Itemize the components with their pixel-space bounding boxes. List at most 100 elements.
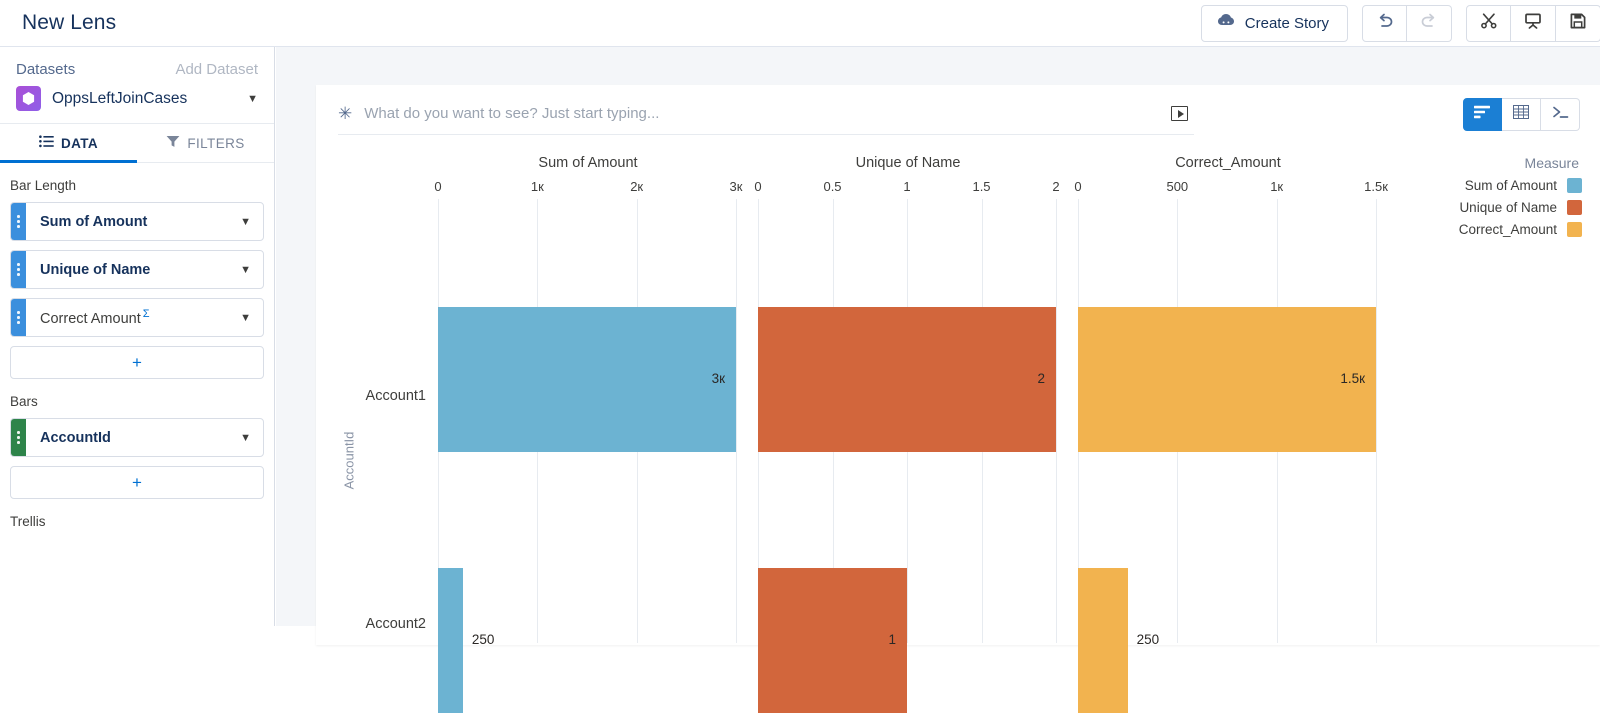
bar-value-label: 1 xyxy=(888,631,896,647)
bar-value-label: 1.5к xyxy=(1340,370,1365,386)
field-pill-unique-of-name[interactable]: Unique of Name ▼ xyxy=(10,250,264,289)
create-story-group: Create Story xyxy=(1200,4,1348,42)
field-pill-accountid[interactable]: AccountId ▼ xyxy=(10,418,264,457)
list-icon xyxy=(39,135,54,151)
x-axis-tick: 0.5 xyxy=(823,179,842,194)
add-bar-length-field-button[interactable]: + xyxy=(10,346,264,379)
bar-value-label: 250 xyxy=(471,631,495,647)
x-axis-tick: 1 xyxy=(903,179,911,194)
undo-icon xyxy=(1375,11,1395,36)
gridline xyxy=(736,199,737,643)
trellis-label: Trellis xyxy=(10,514,46,529)
legend-item[interactable]: Sum of Amount xyxy=(1417,178,1582,193)
clip-button[interactable] xyxy=(1466,4,1511,42)
chevron-down-icon[interactable]: ▼ xyxy=(240,312,251,324)
panel-title-sum-of-amount: Sum of Amount xyxy=(538,155,638,171)
gridline xyxy=(1376,199,1377,643)
dataset-name: OppsLeftJoinCases xyxy=(52,89,188,107)
x-axis-tick: 1.5к xyxy=(1364,179,1388,194)
lens-card: ✳ What do you want to see? Just start ty… xyxy=(316,85,1600,713)
bar-value-label: 3к xyxy=(711,370,725,386)
bars-label: Bars xyxy=(10,394,38,409)
table-icon xyxy=(1513,104,1529,124)
x-axis-tick: 2к xyxy=(630,179,644,194)
bar-length-label: Bar Length xyxy=(10,178,77,193)
add-bars-field-button[interactable]: + xyxy=(10,466,264,499)
top-toolbar: New Lens Create Story xyxy=(0,0,1600,47)
panel-title-unique-of-name: Unique of Name xyxy=(855,155,961,171)
gridline xyxy=(1056,199,1057,643)
sidebar-tabs: DATA FILTERS xyxy=(0,124,274,163)
legend-label: Sum of Amount xyxy=(1464,178,1557,193)
dataset-selector[interactable]: OppsLeftJoinCases ▼ xyxy=(0,80,274,124)
code-icon xyxy=(1552,105,1569,124)
funnel-icon xyxy=(166,135,180,151)
chevron-down-icon[interactable]: ▼ xyxy=(240,216,251,228)
sidebar: Datasets Add Dataset OppsLeftJoinCases ▼… xyxy=(0,47,275,626)
field-pill-label: AccountId xyxy=(40,429,111,446)
tab-filters-label: FILTERS xyxy=(187,135,245,151)
panel-titles: Sum of Amount Unique of Name Correct_Amo… xyxy=(316,155,1600,175)
bar-value-label: 250 xyxy=(1136,631,1160,647)
save-button[interactable] xyxy=(1556,4,1600,42)
panel-title-correct-amount: Correct_Amount xyxy=(1175,155,1281,171)
create-story-label: Create Story xyxy=(1244,14,1329,32)
undo-button[interactable] xyxy=(1362,4,1407,42)
drag-handle-icon[interactable] xyxy=(11,419,26,456)
story-icon xyxy=(1216,12,1236,34)
legend-label: Correct_Amount xyxy=(1458,222,1557,237)
query-view-button[interactable] xyxy=(1541,97,1580,131)
legend-item[interactable]: Unique of Name xyxy=(1417,200,1582,215)
field-pill-label: Correct Amount Σ xyxy=(40,308,150,327)
y-axis-label: AccountId xyxy=(341,431,357,490)
legend-swatch xyxy=(1567,222,1582,237)
x-axis-tick: 0 xyxy=(754,179,762,194)
page-title: New Lens xyxy=(22,11,117,34)
redo-icon xyxy=(1419,11,1439,36)
chevron-down-icon[interactable]: ▼ xyxy=(240,264,251,276)
chevron-down-icon: ▼ xyxy=(247,92,258,105)
chart-view-button[interactable] xyxy=(1463,97,1502,131)
tab-data[interactable]: DATA xyxy=(0,124,137,163)
chevron-down-icon[interactable]: ▼ xyxy=(240,432,251,444)
drag-handle-icon[interactable] xyxy=(11,203,26,240)
x-axis-tick: 0 xyxy=(434,179,442,194)
add-dataset-button[interactable]: Add Dataset xyxy=(175,61,258,78)
x-axis-tick: 1.5 xyxy=(972,179,991,194)
create-story-button[interactable]: Create Story xyxy=(1200,4,1348,42)
easel-icon xyxy=(1523,11,1543,36)
search-input[interactable]: What do you want to see? Just start typi… xyxy=(364,105,659,122)
search-bar[interactable]: ✳ What do you want to see? Just start ty… xyxy=(338,93,1194,135)
x-axis-tick: 500 xyxy=(1166,179,1189,194)
x-axis-tick: 3к xyxy=(729,179,743,194)
drag-handle-icon[interactable] xyxy=(11,299,26,336)
category-label-account2: Account2 xyxy=(365,616,426,632)
bar[interactable] xyxy=(438,568,463,713)
search-row: ✳ What do you want to see? Just start ty… xyxy=(316,85,1600,143)
field-pill-label: Unique of Name xyxy=(40,261,151,278)
table-view-button[interactable] xyxy=(1502,97,1541,131)
field-pill-correct-amount[interactable]: Correct Amount Σ ▼ xyxy=(10,298,264,337)
present-button[interactable] xyxy=(1511,4,1556,42)
legend-label: Unique of Name xyxy=(1459,200,1557,215)
tab-filters[interactable]: FILTERS xyxy=(137,124,274,162)
x-axis-tick: 0 xyxy=(1074,179,1082,194)
drag-handle-icon[interactable] xyxy=(11,251,26,288)
undo-redo-group xyxy=(1362,4,1452,42)
bar[interactable] xyxy=(1078,568,1128,713)
bar-chart: Sum of Amount Unique of Name Correct_Amo… xyxy=(316,143,1600,713)
field-pill-sum-of-amount[interactable]: Sum of Amount ▼ xyxy=(10,202,264,241)
save-icon xyxy=(1568,11,1588,36)
bar-value-label: 2 xyxy=(1037,370,1045,386)
legend-item[interactable]: Correct_Amount xyxy=(1417,222,1582,237)
datasets-header: Datasets Add Dataset xyxy=(0,47,274,80)
field-pill-label-text: Correct Amount xyxy=(40,310,141,327)
x-axis-tick: 1к xyxy=(530,179,544,194)
tab-data-label: DATA xyxy=(60,135,99,151)
redo-button[interactable] xyxy=(1407,4,1452,42)
field-pill-label: Sum of Amount xyxy=(40,213,148,230)
x-axis-tick: 2 xyxy=(1052,179,1060,194)
sigma-icon: Σ xyxy=(142,308,150,321)
category-label-account1: Account1 xyxy=(365,388,426,404)
run-query-button[interactable] xyxy=(1171,106,1188,121)
